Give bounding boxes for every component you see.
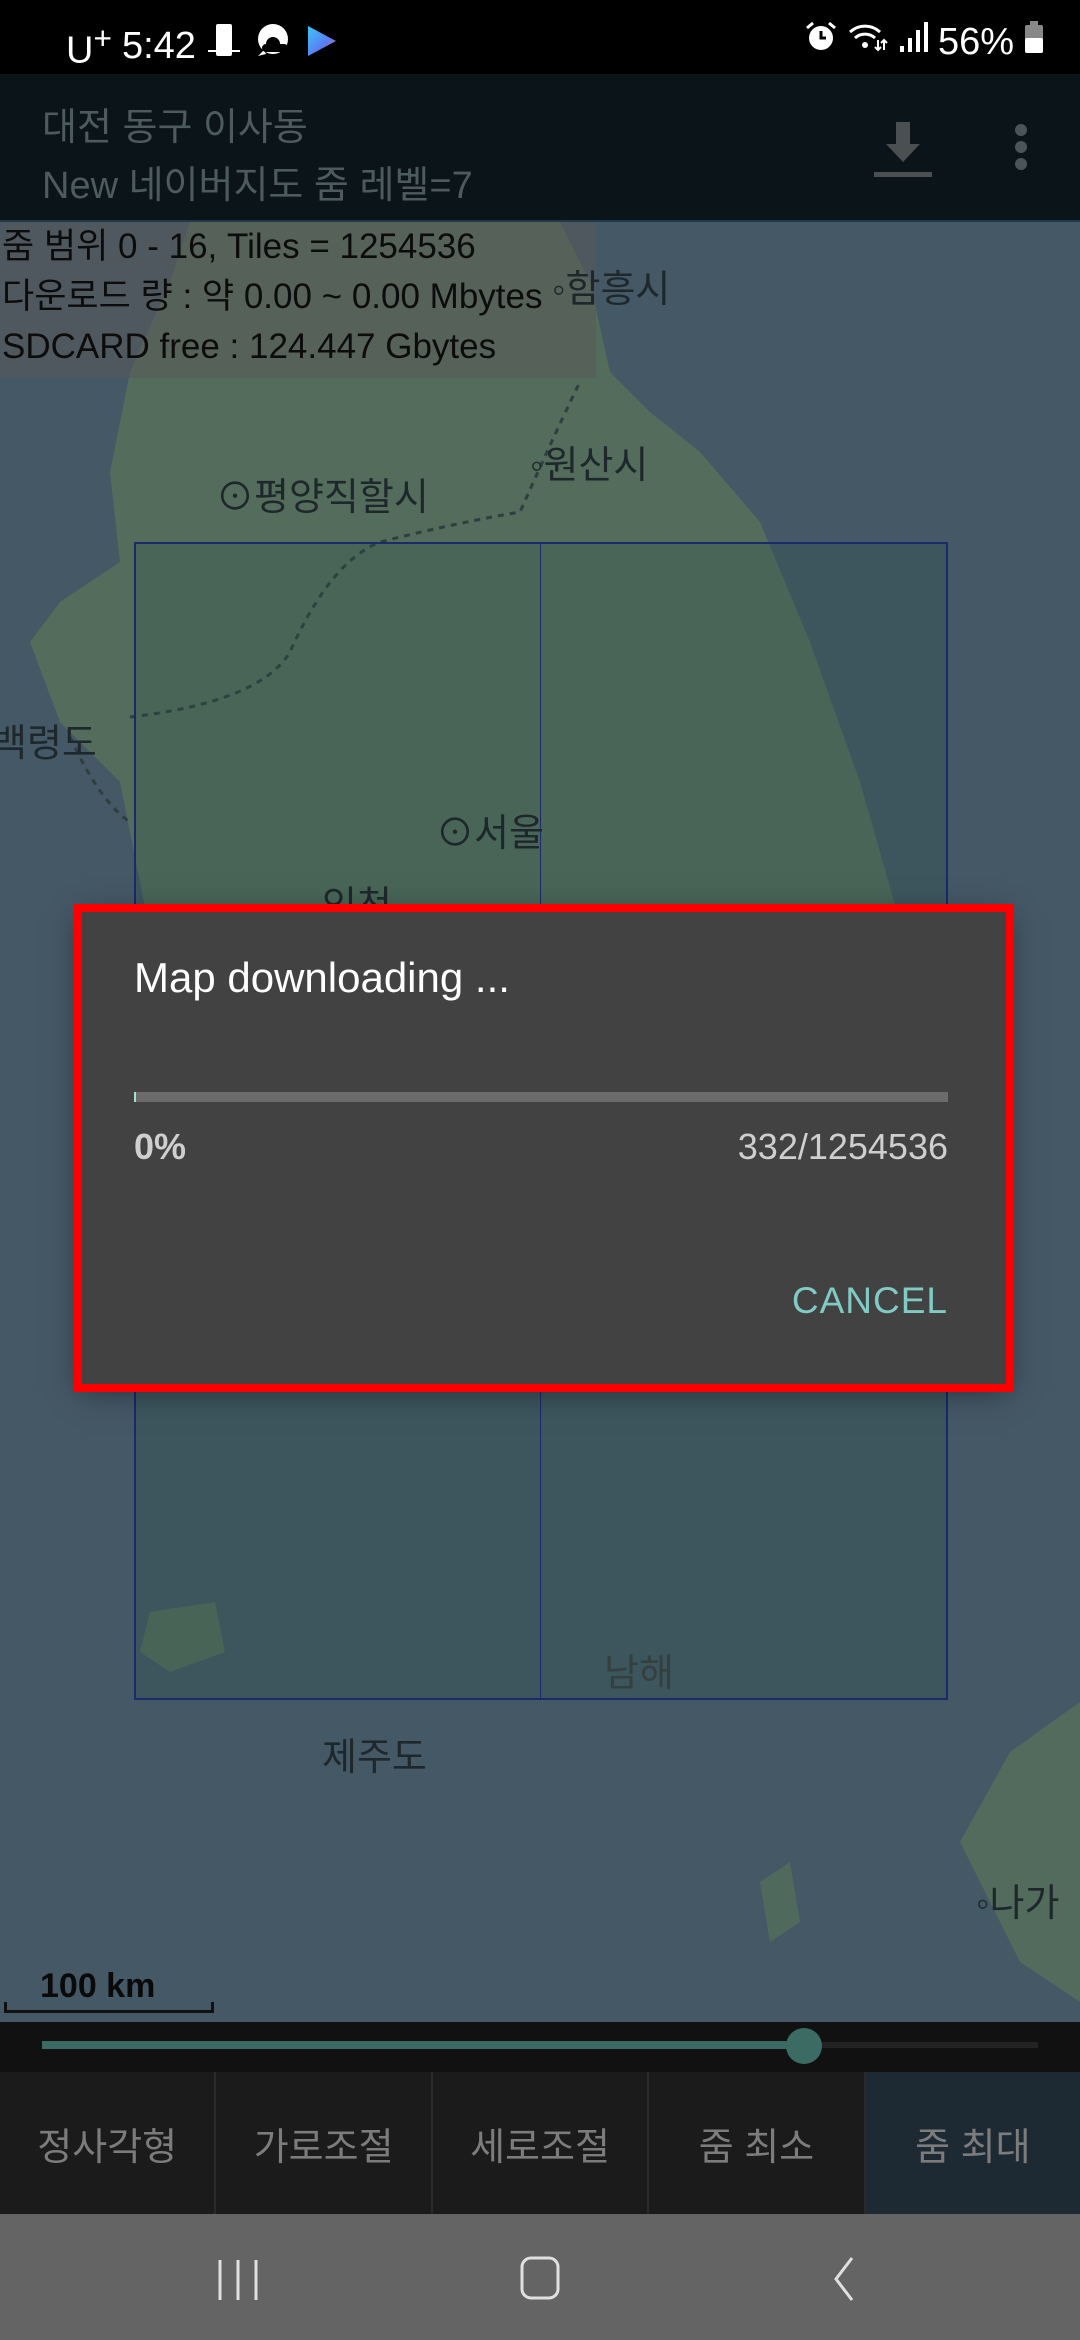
download-button[interactable]	[868, 120, 938, 180]
map-label-namhae: 남해	[604, 1653, 674, 1695]
map-scale: 100 km	[4, 1967, 214, 2013]
battery-percent: 56%	[937, 20, 1014, 63]
battery-icon	[1024, 20, 1044, 64]
app-subtitle: New 네이버지도 줌 레벨=7	[42, 165, 473, 207]
zoom-slider-bar	[0, 2022, 1080, 2072]
download-icon	[874, 122, 932, 177]
zoom-slider-thumb[interactable]	[785, 2028, 822, 2064]
status-bar: U+ 5:42 56%	[0, 0, 1080, 74]
back-icon	[834, 2257, 854, 2301]
adjust-width-button[interactable]: 가로조절	[216, 2072, 433, 2214]
zoom-slider-fill	[42, 2041, 804, 2049]
download-size-info: 다운로드 량 : 약 0.00 ~ 0.00 Mbytes	[2, 277, 543, 316]
zoom-range-info: 줌 범위 0 - 16, Tiles = 1254536	[2, 227, 476, 266]
weather-icon	[254, 22, 292, 70]
app-bar: 대전 동구 이사동 New 네이버지도 줌 레벨=7	[0, 74, 1080, 223]
download-info-panel: 줌 범위 0 - 16, Tiles = 1254536 다운로드 량 : 약 …	[0, 222, 596, 378]
system-nav-bar	[0, 2214, 1080, 2340]
wifi-icon	[848, 20, 888, 64]
more-options-icon	[1015, 124, 1027, 170]
scale-label: 100 km	[40, 1967, 156, 2005]
map-label-nagasaki: ◦나가	[976, 1883, 1060, 1925]
signal-icon	[898, 20, 928, 64]
back-button[interactable]	[802, 2244, 882, 2314]
device-icon	[206, 22, 244, 70]
recents-icon	[218, 2260, 258, 2300]
app-title: 대전 동구 이사동	[42, 107, 308, 149]
carrier-label: U+	[66, 20, 112, 72]
map-label-pyongyang: ⊙평양직할시	[216, 477, 429, 519]
map-label-jeju: 제주도	[322, 1737, 427, 1779]
home-icon	[520, 2256, 560, 2300]
square-button[interactable]: 정사각형	[0, 2072, 217, 2214]
play-icon	[302, 22, 340, 70]
map-label-wonsan: ◦원산시	[530, 445, 649, 487]
alarm-icon	[804, 20, 838, 64]
map-label-seoul: ⊙서울	[436, 813, 544, 855]
highlight-frame	[74, 904, 1014, 1392]
sdcard-free-info: SDCARD free : 124.447 Gbytes	[2, 327, 497, 366]
adjust-height-button[interactable]: 세로조절	[433, 2072, 650, 2214]
home-button[interactable]	[500, 2244, 580, 2314]
clock: 5:42	[121, 24, 196, 67]
bottom-toolbar: 정사각형 가로조절 세로조절 줌 최소 줌 최대	[0, 2072, 1080, 2214]
map-label-baengnyeong: 백령도	[0, 723, 97, 765]
zoom-min-button[interactable]: 줌 최소	[649, 2072, 866, 2214]
zoom-max-button[interactable]: 줌 최대	[865, 2072, 1080, 2214]
map-label-hamhung: ◦함흥시	[552, 269, 671, 311]
recents-button[interactable]	[198, 2244, 278, 2314]
more-options-button[interactable]	[1006, 120, 1036, 180]
